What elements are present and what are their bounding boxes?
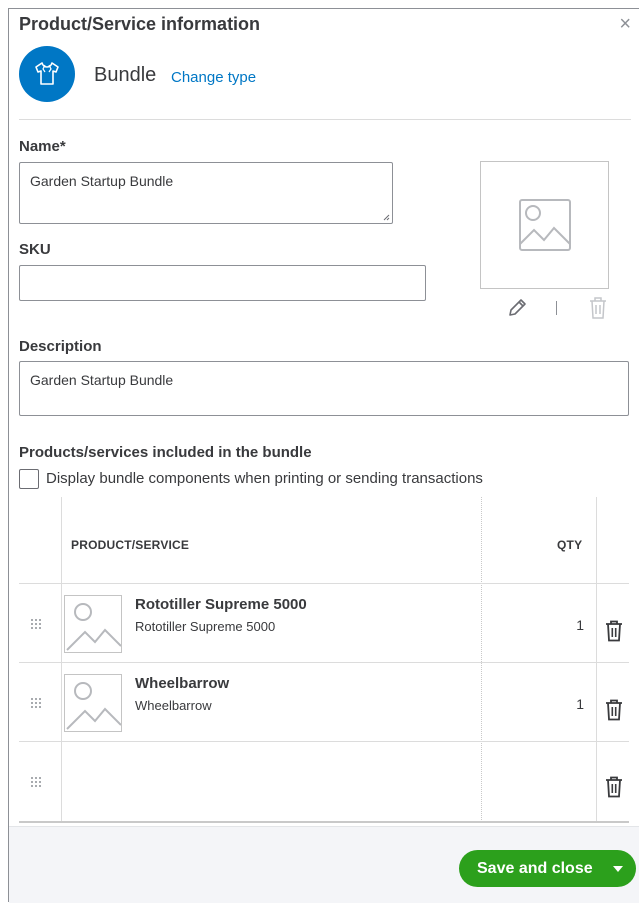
product-qty[interactable]: 1: [576, 696, 584, 712]
column-header-qty: QTY: [557, 538, 583, 552]
drag-handle-icon[interactable]: [30, 697, 42, 709]
description-field-value: Garden Startup Bundle: [30, 372, 174, 388]
table-row-divider: [19, 662, 629, 663]
product-thumbnail: [64, 674, 122, 732]
product-thumbnail: [64, 595, 122, 653]
item-type-badge: [19, 46, 75, 102]
table-row-divider: [19, 741, 629, 742]
drag-handle-icon[interactable]: [30, 776, 42, 788]
pencil-icon[interactable]: [506, 297, 528, 319]
name-label: Name*: [19, 138, 66, 155]
name-field[interactable]: Garden Startup Bundle: [19, 162, 393, 224]
trash-icon[interactable]: [587, 296, 609, 320]
image-placeholder-icon: [66, 682, 121, 730]
product-description: Wheelbarrow: [135, 698, 212, 713]
display-components-checkbox[interactable]: [19, 469, 39, 489]
product-name: Wheelbarrow: [135, 675, 230, 692]
column-header-product-service: PRODUCT/SERVICE: [71, 538, 190, 552]
close-icon[interactable]: ×: [619, 14, 631, 34]
trash-icon[interactable]: [604, 699, 624, 721]
image-actions-separator: [556, 301, 557, 315]
product-description: Rototiller Supreme 5000: [135, 619, 276, 634]
product-image-dropzone[interactable]: [480, 161, 609, 289]
sku-label: SKU: [19, 241, 51, 258]
product-qty[interactable]: 1: [576, 617, 584, 633]
description-field[interactable]: Garden Startup Bundle: [19, 361, 629, 416]
resize-grip-icon[interactable]: [382, 213, 390, 221]
table-bottom-border: [19, 821, 629, 823]
table-header-divider: [19, 583, 629, 584]
image-actions: [506, 296, 609, 320]
save-and-close-label: Save and close: [477, 859, 593, 877]
name-field-value: Garden Startup Bundle: [30, 173, 174, 189]
shirt-icon: [35, 62, 59, 85]
display-components-label: Display bundle components when printing …: [46, 470, 483, 487]
table-action-column-divider: [596, 497, 597, 822]
bundle-section-label: Products/services included in the bundle: [19, 444, 312, 461]
image-placeholder-icon: [66, 603, 121, 651]
item-type-name: Bundle: [94, 64, 157, 86]
header-divider: [19, 119, 631, 120]
trash-icon[interactable]: [604, 776, 624, 798]
product-name: Rototiller Supreme 5000: [135, 596, 307, 613]
save-and-close-button[interactable]: Save and close: [459, 850, 636, 887]
change-type-link[interactable]: Change type: [171, 69, 256, 86]
table-qty-column-divider: [481, 497, 482, 822]
chevron-down-icon[interactable]: [600, 865, 636, 873]
table-drag-column-divider: [61, 497, 62, 822]
dialog-title: Product/Service information: [19, 14, 261, 34]
description-label: Description: [19, 338, 102, 355]
drag-handle-icon[interactable]: [30, 618, 42, 630]
image-placeholder-icon: [518, 199, 571, 251]
trash-icon[interactable]: [604, 620, 624, 642]
sku-field[interactable]: [19, 265, 426, 301]
